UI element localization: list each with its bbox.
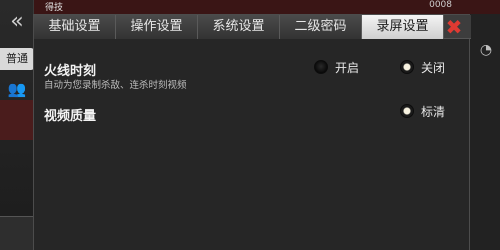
video-quality-sd-label[interactable]: 标清 bbox=[421, 103, 445, 120]
tab-basic-settings[interactable]: 基础设置 bbox=[34, 15, 116, 39]
wifi-icon: ◔ bbox=[479, 42, 493, 58]
tab-recording-settings[interactable]: 录屏设置 bbox=[362, 15, 444, 39]
background-stats: 0008 bbox=[429, 0, 452, 10]
background-top-title: 得技 bbox=[45, 3, 64, 13]
close-icon[interactable]: ✖ bbox=[442, 16, 466, 38]
back-arrow-icon[interactable]: « bbox=[3, 8, 31, 36]
people-icon: 👥 bbox=[7, 80, 27, 98]
background-left-bottom bbox=[0, 216, 34, 250]
fire-moment-off-radio[interactable] bbox=[400, 60, 414, 74]
fire-moment-on-label[interactable]: 开启 bbox=[335, 59, 359, 76]
fire-moment-description: 自动为您录制杀敌、连杀时刻视频 bbox=[44, 80, 187, 91]
tab-control-settings[interactable]: 操作设置 bbox=[116, 15, 198, 39]
video-quality-sd-radio[interactable] bbox=[400, 104, 414, 118]
settings-tabs: 基础设置 操作设置 系统设置 二级密码 录屏设置 bbox=[34, 15, 471, 39]
tab-secondary-password[interactable]: 二级密码 bbox=[280, 15, 362, 39]
background-mode-chip[interactable]: 普通 bbox=[0, 48, 34, 70]
background-left-bar bbox=[0, 100, 34, 140]
settings-dialog: 基础设置 操作设置 系统设置 二级密码 录屏设置 ✖ 火线时刻 自动为您录制杀敌… bbox=[33, 14, 471, 250]
tab-system-settings[interactable]: 系统设置 bbox=[198, 15, 280, 39]
video-quality-title: 视频质量 bbox=[44, 109, 97, 124]
fire-moment-on-radio[interactable] bbox=[314, 60, 328, 74]
fire-moment-off-label[interactable]: 关闭 bbox=[421, 59, 445, 76]
